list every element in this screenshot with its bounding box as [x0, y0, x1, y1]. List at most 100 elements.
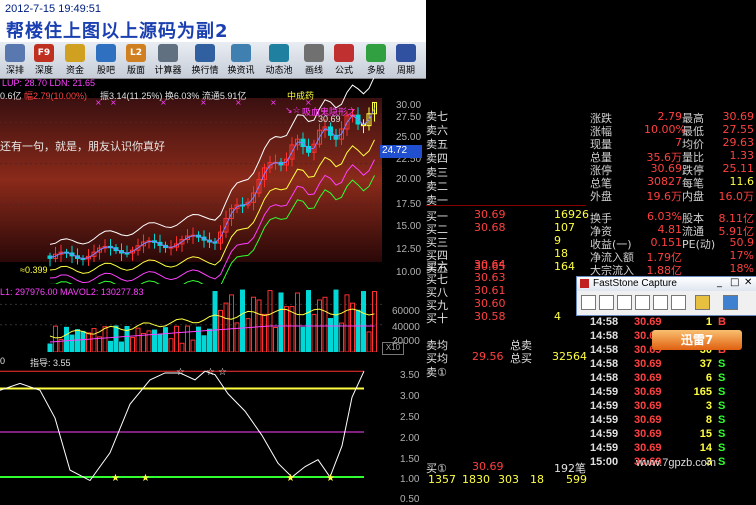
buy-price: 30.63 — [474, 271, 506, 284]
tick-row: 14:59 30.69 8 S — [588, 414, 756, 428]
quote-value: 0.151 — [650, 236, 683, 249]
volume-scale-x10[interactable]: X10 — [382, 342, 404, 355]
toolbar-label: 深排 — [5, 66, 24, 76]
xunlei-badge[interactable]: 迅雷7 — [652, 330, 742, 350]
toolbar-button-股吧[interactable]: 股吧 — [92, 44, 120, 76]
toolbar-label: 多股 — [366, 66, 385, 76]
axis-label: 40000 — [392, 322, 420, 333]
toolbar-button-资金[interactable]: 资金 — [60, 44, 90, 76]
buy-price: 30.58 — [474, 310, 506, 323]
volume-bar — [146, 330, 152, 352]
capture-fullscreen-icon[interactable] — [653, 295, 668, 310]
capture-scroll-icon[interactable] — [671, 295, 686, 310]
buy-vol: 107 — [554, 221, 575, 234]
toolbar-button-计算器[interactable]: 计算器 — [152, 44, 184, 76]
star-mark: ★ — [141, 473, 150, 484]
toolbar-label: 周期 — [396, 66, 415, 76]
sell-row: 卖五 — [426, 136, 586, 151]
tick-dir: S — [718, 400, 726, 412]
buy-vol: 9 — [554, 234, 561, 247]
indicator-chart-panel[interactable]: ☆ ☆ ☆ ★ ★ ★ ★ 0 指导: 3.55 — [0, 352, 382, 487]
axis-label: 27.50 — [396, 112, 422, 123]
quote-value: 50.9 — [729, 236, 755, 249]
faststone-toolbar — [577, 293, 756, 313]
toolbar-button-公式[interactable]: 公式 — [330, 44, 358, 76]
volume-bar — [311, 313, 317, 352]
bottom-num: 599 — [566, 473, 587, 486]
toolbar-label: 换资讯 — [227, 66, 255, 76]
settings-icon[interactable] — [723, 295, 738, 310]
switch-quote-icon — [195, 44, 215, 62]
toolbar-button-换资讯[interactable]: 换资讯 — [224, 44, 258, 76]
volume-bar — [240, 289, 245, 352]
buy-row: 买三 9 — [426, 234, 586, 249]
capture-rect-icon[interactable] — [617, 295, 632, 310]
order-book: 卖七 卖六 卖五 卖四 卖三 卖二 卖一 买一 30.69 16926 买二 30.68 107 买三 9 买… — [426, 104, 589, 487]
volume-bar — [284, 306, 289, 352]
star-mark: ☆ — [206, 367, 215, 378]
price-chart-panel[interactable]: × × × × × × × LUP: 28.70 LDN: 21.65 0.6亿 幅2.79… — [0, 78, 382, 284]
buy-row: 买八 30.61 — [426, 284, 586, 299]
toolbar-button-版面[interactable]: L2 版面 — [122, 44, 150, 76]
volume-bar — [201, 335, 207, 352]
quote-row: 总量 35.6万 量比 1.33 — [588, 149, 756, 164]
capture-freehand-icon[interactable] — [635, 295, 650, 310]
indicator-lines[interactable]: ☆ ☆ ☆★ ★ ★ ★ — [0, 352, 382, 487]
volume-bar — [262, 313, 267, 352]
axis-label: 0.50 — [400, 494, 420, 505]
volume-bar — [113, 325, 119, 352]
buy-row: 买十 30.58 4 — [426, 310, 586, 325]
faststone-capture-window[interactable]: FastStone Capture _ □ ✕ — [576, 276, 756, 316]
quote-row: 涨幅 10.00% 最低 27.55 — [588, 123, 756, 138]
minimize-button[interactable]: _ — [717, 277, 722, 288]
toolbar-button-深度[interactable]: F9 深度 — [30, 44, 58, 76]
capture-window-icon[interactable] — [581, 295, 596, 310]
toolbar-button-动态池[interactable]: 动态池 — [262, 44, 296, 76]
output-icon[interactable] — [695, 295, 710, 310]
close-button[interactable]: ✕ — [744, 277, 752, 288]
toolbar-button-画线[interactable]: 画线 — [300, 44, 328, 76]
volume-bar — [97, 336, 102, 352]
tick-time: 14:59 — [590, 442, 619, 454]
buy-row: 买一 30.69 16926 — [426, 208, 589, 223]
tick-vol: 6 — [705, 372, 712, 384]
star-mark: ☆ — [218, 367, 227, 378]
quote-row: 换手 6.03% 股本 8.11亿 — [588, 210, 756, 225]
formula-icon — [334, 44, 354, 62]
quote-value: 27.55 — [722, 123, 755, 136]
quote-label: 外盘 — [590, 190, 612, 203]
volume-bar — [355, 309, 361, 352]
sell-row: 卖一 — [426, 192, 586, 207]
toolbar-button-周期[interactable]: 周期 — [392, 44, 420, 76]
tick-vol: 165 — [693, 386, 712, 398]
banner-title: 帮楼住上图以上源码为副2 — [6, 21, 229, 42]
toolbar-label: 股吧 — [96, 66, 115, 76]
buy-vol: 4 — [554, 310, 561, 323]
quote-row: 涨跌 2.79 最高 30.69 — [588, 110, 756, 125]
tick-row: 14:58 30.69 37 S — [588, 358, 756, 372]
axis-label: 20.00 — [396, 174, 422, 185]
axis-label: 17.50 — [396, 199, 422, 210]
volume-bar — [344, 294, 350, 352]
faststone-titlebar[interactable]: FastStone Capture _ □ ✕ — [577, 277, 756, 291]
faststone-title: FastStone Capture — [593, 278, 677, 289]
banner-date: 2012-7-15 19:49:51 — [5, 3, 102, 15]
toolbar-label: 公式 — [334, 66, 353, 76]
maximize-button[interactable]: □ — [730, 277, 739, 288]
quote-value: 7 — [675, 136, 682, 149]
buy-price: 30.61 — [474, 284, 506, 297]
volume-bar — [108, 340, 113, 352]
toolbar-button-换行情[interactable]: 换行情 — [188, 44, 222, 76]
star-mark: ☆ — [176, 367, 185, 378]
volume-bar — [163, 327, 168, 352]
toolbar-button-多股[interactable]: 多股 — [362, 44, 390, 76]
sell-row: 卖四 — [426, 150, 586, 165]
volume-chart-panel[interactable]: L1: 297976.00 MAVOL2: 130277.83 — [0, 284, 382, 352]
toolbar-button-深排[interactable]: 深排 — [2, 44, 28, 76]
capture-object-icon[interactable] — [599, 295, 614, 310]
buy-price: 30.69 — [474, 208, 506, 221]
volume-bar — [80, 330, 86, 352]
tick-dir: S — [718, 358, 726, 370]
bottom-num: 303 — [498, 473, 519, 486]
quote-value: 30.69 — [650, 162, 683, 175]
